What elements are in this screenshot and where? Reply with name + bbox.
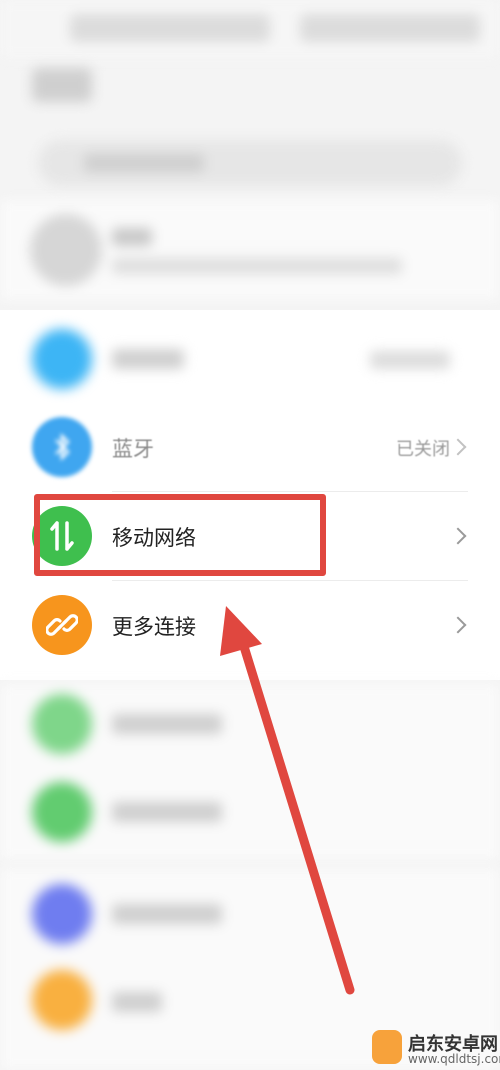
watermark: 启东安卓网 www.qdldtsj.com [372,1028,500,1070]
watermark-url: www.qdldtsj.com [408,1052,500,1066]
watermark-logo [372,1030,402,1064]
annotation-arrow [220,606,355,995]
